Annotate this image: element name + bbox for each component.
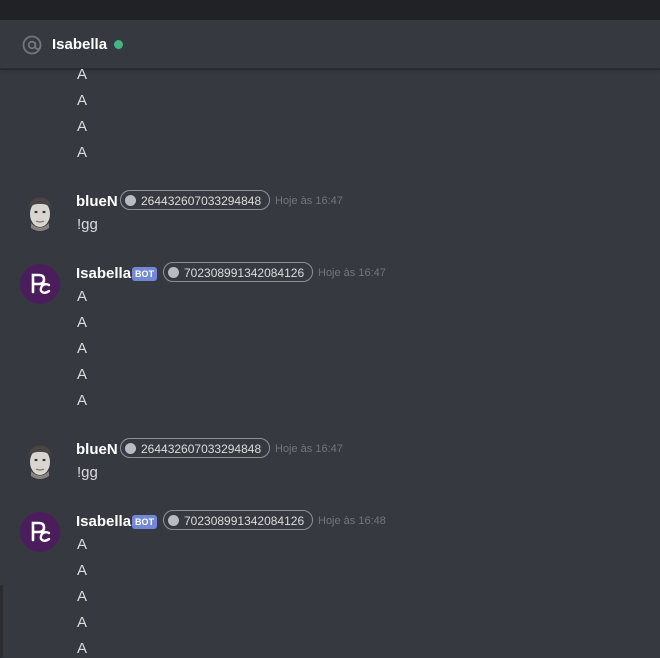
user-avatar-face-icon	[29, 197, 51, 231]
user-id-badge[interactable]: 702308991342084126	[163, 262, 314, 282]
message-timestamp: Hoje às 16:47	[275, 195, 343, 207]
online-status-icon	[114, 40, 123, 49]
bot-tag: BOT	[132, 515, 157, 529]
message-text: A	[77, 536, 88, 553]
window-top-bar	[0, 0, 660, 20]
message-text: A	[77, 366, 88, 383]
user-avatar[interactable]	[20, 192, 60, 232]
status-dot-icon	[168, 267, 179, 278]
bot-avatar[interactable]	[20, 512, 60, 552]
message-timestamp: Hoje às 16:47	[275, 443, 343, 455]
channel-title: Isabella	[52, 36, 108, 53]
bot-avatar[interactable]	[20, 264, 60, 304]
message-text: A	[77, 640, 88, 657]
message-text: A	[77, 340, 88, 357]
isabella-bot-logo-icon	[31, 273, 51, 294]
message-text: A	[77, 118, 88, 135]
user-id-text: 264432607033294848	[141, 442, 262, 456]
message-timestamp: Hoje às 16:47	[318, 267, 386, 279]
status-dot-icon	[125, 195, 136, 206]
status-dot-icon	[168, 515, 179, 526]
left-edge-strip	[0, 585, 3, 657]
at-sign-icon	[22, 35, 42, 55]
author-name[interactable]: Isabella	[76, 513, 131, 530]
message-text: A	[77, 314, 88, 331]
message-text: A	[77, 66, 88, 83]
message-text: A	[77, 144, 88, 161]
user-avatar-face-icon	[29, 445, 51, 479]
message-text: A	[77, 614, 88, 631]
user-avatar[interactable]	[20, 440, 60, 480]
user-id-badge[interactable]: 264432607033294848	[120, 190, 271, 210]
message-timestamp: Hoje às 16:48	[318, 515, 386, 527]
status-dot-icon	[125, 443, 136, 454]
author-name[interactable]: blueN	[76, 441, 118, 458]
message-text: !gg	[77, 464, 98, 481]
user-id-text: 702308991342084126	[184, 266, 305, 280]
message-text: A	[77, 288, 88, 305]
message-text: !gg	[77, 216, 98, 233]
bot-tag: BOT	[132, 267, 157, 281]
user-id-badge[interactable]: 702308991342084126	[163, 510, 314, 530]
author-name[interactable]: Isabella	[76, 265, 131, 282]
message-text: A	[77, 392, 88, 409]
message-text: A	[77, 92, 88, 109]
user-id-text: 264432607033294848	[141, 194, 262, 208]
channel-header: Isabella	[0, 20, 660, 69]
user-id-text: 702308991342084126	[184, 514, 305, 528]
isabella-bot-logo-icon	[31, 521, 51, 542]
message-text: A	[77, 588, 88, 605]
message-text: A	[77, 562, 88, 579]
user-id-badge[interactable]: 264432607033294848	[120, 438, 271, 458]
author-name[interactable]: blueN	[76, 193, 118, 210]
